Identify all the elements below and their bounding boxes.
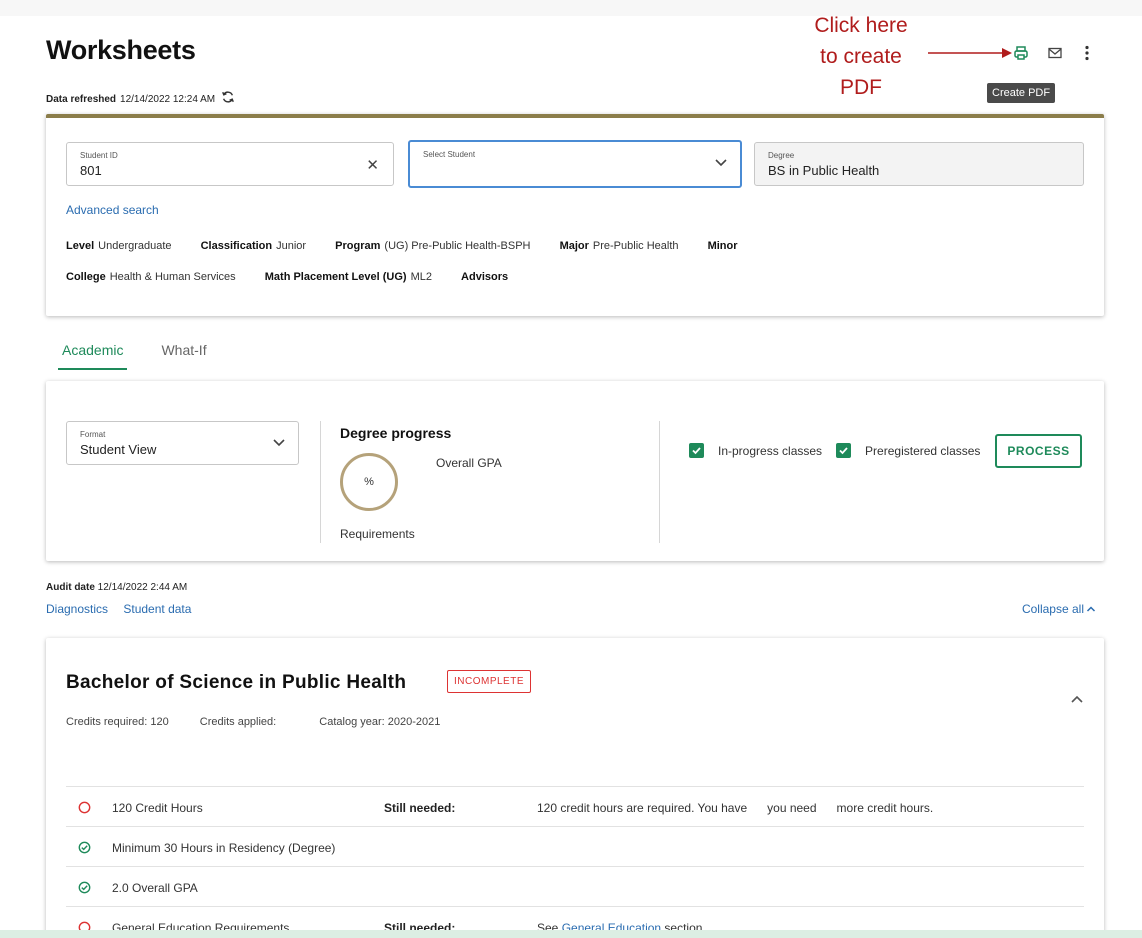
page-title: Worksheets — [46, 35, 196, 65]
incomplete-circle-icon — [78, 801, 91, 814]
requirement-name: 120 Credit Hours — [112, 801, 203, 815]
process-button[interactable]: PROCESS — [995, 434, 1082, 468]
bottom-strip — [0, 930, 1142, 938]
refreshed-label: Data refreshed — [46, 94, 117, 105]
credits-required: Credits required: 120 — [66, 716, 169, 728]
credits-applied: Credits applied: — [199, 716, 277, 728]
preregistered-label: Preregistered classes — [865, 443, 981, 458]
complete-check-icon — [78, 881, 91, 894]
divider — [659, 421, 660, 543]
progress-percent: % — [364, 476, 374, 488]
degree-field[interactable]: Degree BS in Public Health — [754, 142, 1084, 186]
worksheet-tabs: Academic What-If — [58, 340, 211, 370]
tab-academic[interactable]: Academic — [58, 340, 128, 370]
classification-value: Junior — [276, 240, 307, 252]
refreshed-value: 12/14/2022 12:24 AM — [120, 94, 216, 105]
callout-arrow-icon — [928, 48, 1012, 58]
chevron-down-icon — [715, 159, 727, 167]
class-options: In-progress classes Preregistered classe… — [689, 443, 980, 458]
worksheets-page: Worksheets Data refreshed 12/14/2022 12:… — [0, 0, 1142, 938]
level-value: Undergraduate — [98, 240, 172, 252]
tab-what-if[interactable]: What-If — [157, 340, 210, 370]
math-placement-value: ML2 — [410, 271, 432, 283]
format-label: Format — [80, 430, 106, 439]
student-info-row-1: Level Undergraduate Classification Junior … — [66, 240, 768, 252]
student-id-value: 801 — [80, 163, 102, 178]
inprogress-label: In-progress classes — [718, 443, 823, 458]
format-value: Student View — [80, 442, 157, 457]
diagnostics-link[interactable]: Diagnostics — [46, 602, 108, 616]
complete-check-icon — [78, 841, 91, 854]
college-label: College — [66, 271, 106, 283]
catalog-year: Catalog year: 2020-2021 — [319, 716, 441, 728]
requirement-row[interactable]: 2.0 Overall GPA — [66, 866, 1084, 906]
collapse-all-label: Collapse all — [1021, 602, 1084, 616]
advisors-label: Advisors — [461, 271, 509, 283]
still-needed-label: Still needed: — [384, 801, 456, 815]
audit-date: Audit date 12/14/2022 2:44 AM — [46, 582, 187, 593]
format-dropdown[interactable]: Format Student View — [66, 421, 299, 465]
audit-date-value: 12/14/2022 2:44 AM — [97, 582, 188, 593]
create-pdf-tooltip: Create PDF — [987, 83, 1056, 103]
student-card: Student ID 801 ✕ Select Student Degree B… — [46, 114, 1104, 316]
audit-links: Diagnostics Student data — [46, 602, 203, 616]
audit-date-label: Audit date — [46, 582, 95, 593]
degree-progress-title: Degree progress — [340, 425, 452, 441]
callout-line-2: to create — [820, 45, 902, 68]
requirement-row[interactable]: 120 Credit Hours Still needed: 120 credi… — [66, 786, 1084, 826]
requirement-list: 120 Credit Hours Still needed: 120 credi… — [66, 786, 1084, 936]
chevron-up-icon — [1086, 606, 1096, 612]
clear-icon[interactable]: ✕ — [366, 156, 379, 174]
advanced-search-link[interactable]: Advanced search — [66, 203, 159, 217]
requirement-row[interactable]: Minimum 30 Hours in Residency (Degree) — [66, 826, 1084, 866]
minor-label: Minor — [707, 240, 738, 252]
major-value: Pre-Public Health — [592, 240, 679, 252]
callout-line-1: Click here — [814, 14, 908, 37]
college-value: Health & Human Services — [109, 271, 236, 283]
callout-line-3: PDF — [840, 76, 882, 99]
select-student-dropdown[interactable]: Select Student — [408, 140, 742, 188]
inprogress-checkbox[interactable] — [689, 443, 704, 458]
status-badge: INCOMPLETE — [447, 670, 532, 693]
requirements-label: Requirements — [340, 527, 415, 541]
select-student-label: Select Student — [423, 150, 476, 159]
more-vertical-icon[interactable] — [1078, 44, 1096, 62]
envelope-icon[interactable] — [1046, 44, 1064, 62]
program-value: (UG) Pre-Public Health-BSPH — [384, 240, 531, 252]
math-placement-label: Math Placement Level (UG) — [264, 271, 407, 283]
student-data-link[interactable]: Student data — [123, 602, 191, 616]
student-info-row-2: College Health & Human Services Math Plac… — [66, 271, 538, 283]
requirement-name: Minimum 30 Hours in Residency (Degree) — [112, 841, 336, 855]
chevron-down-icon — [273, 439, 285, 447]
requirement-name: 2.0 Overall GPA — [112, 881, 198, 895]
major-label: Major — [559, 240, 589, 252]
progress-ring: % — [340, 453, 398, 511]
printer-icon[interactable] — [1012, 44, 1030, 62]
detail-text: 120 credit hours are required. You have … — [537, 801, 934, 815]
degree-block-meta: Credits required: 120 Credits applied: C… — [66, 716, 468, 728]
top-strip — [0, 0, 1142, 16]
data-refreshed: Data refreshed 12/14/2022 12:24 AM — [46, 90, 235, 105]
degree-value: BS in Public Health — [768, 163, 880, 178]
pdf-callout: Click here to create PDF — [796, 10, 926, 103]
requirement-detail: 120 credit hours are required. You have … — [537, 801, 933, 815]
overall-gpa-label: Overall GPA — [436, 456, 502, 470]
collapse-all-link[interactable]: Collapse all — [1022, 602, 1096, 616]
academic-card: Format Student View Degree progress % Ov… — [46, 381, 1104, 561]
classification-label: Classification — [200, 240, 273, 252]
student-id-label: Student ID — [80, 151, 118, 160]
chevron-up-icon[interactable] — [1070, 694, 1084, 704]
level-label: Level — [66, 240, 95, 252]
student-id-field[interactable]: Student ID 801 ✕ — [66, 142, 394, 186]
degree-label: Degree — [768, 151, 795, 160]
degree-block-card: Bachelor of Science in Public Health INC… — [46, 638, 1104, 938]
preregistered-checkbox[interactable] — [836, 443, 852, 458]
degree-block-title: Bachelor of Science in Public Health — [66, 672, 407, 693]
refresh-icon[interactable] — [221, 90, 235, 104]
program-label: Program — [335, 240, 381, 252]
divider — [320, 421, 321, 543]
